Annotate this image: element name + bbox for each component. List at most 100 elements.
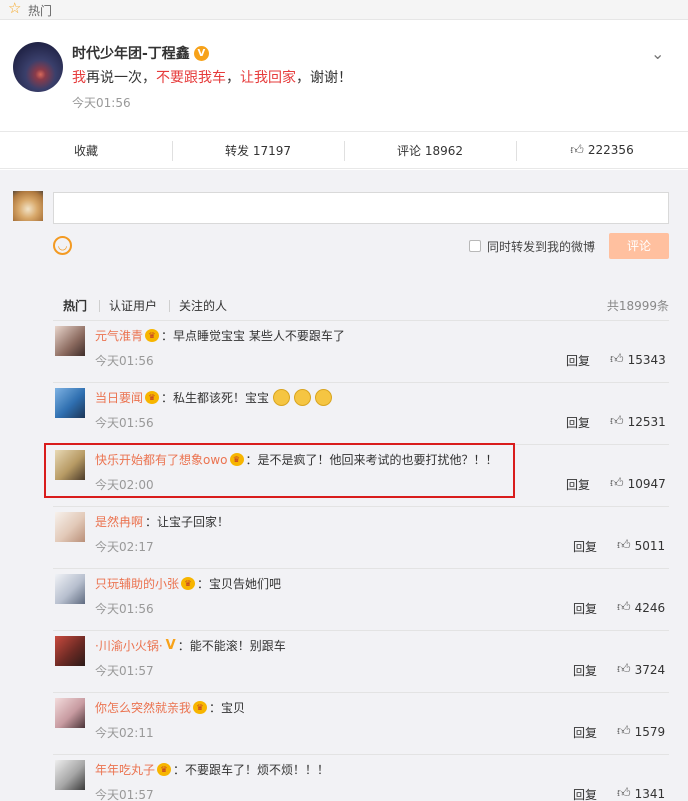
reply-button[interactable]: 回复 (573, 538, 597, 555)
comment-like-button[interactable]: 👍︎ 1341 (617, 786, 665, 801)
commenter-avatar[interactable] (55, 636, 85, 666)
author-name[interactable]: 时代少年团-丁程鑫 (72, 43, 190, 63)
comment-text: ：私生都该死！宝宝 (161, 391, 270, 405)
comment-like-button[interactable]: 👍︎ 15343 (610, 352, 666, 367)
comment-time: 今天01:56 (95, 416, 154, 430)
thumbs-up-icon: 👍︎ (617, 538, 631, 553)
comment-line: 只玩辅助的小张 ♛ ：宝贝告她们吧 (95, 575, 281, 592)
commenter-name[interactable]: 是然冉啊 (95, 513, 143, 530)
thumbs-up-icon: 👍︎ (610, 414, 624, 429)
crown-badge-icon: ♛ (181, 577, 196, 590)
post-text: 我再说一次，不要跟我车，让我回家，谢谢！ (72, 67, 352, 87)
crown-badge-icon: ♛ (157, 763, 172, 776)
comment-item: ·川渝小火锅· V ：能不能滚！别跟车 今天01:57 回复 👍︎ 3724 (53, 630, 669, 692)
commenter-avatar[interactable] (55, 574, 85, 604)
commenter-avatar[interactable] (55, 388, 85, 418)
tab-verified[interactable]: 认证用户 (109, 297, 157, 314)
comment-line: 是然冉啊 ：让宝子回家！ (95, 513, 229, 530)
comment-like-button[interactable]: 👍︎ 5011 (617, 538, 665, 553)
thumbs-up-icon: 👍︎ (610, 476, 624, 491)
comment-input[interactable] (53, 192, 669, 224)
chevron-down-icon[interactable]: ⌄ (651, 44, 664, 63)
reply-button[interactable]: 回复 (573, 724, 597, 741)
post-text-part: 我 (72, 70, 86, 86)
repost-button[interactable]: 转发 17197 (172, 132, 344, 168)
sad-emoji-icon (315, 389, 333, 406)
comment-like-count: 4246 (634, 600, 666, 615)
favorite-label: 收藏 (73, 143, 98, 158)
post-text-part: 让我回家 (240, 70, 296, 86)
reply-button[interactable]: 回复 (573, 600, 597, 617)
comment-time: 今天01:56 (95, 354, 154, 368)
reply-button[interactable]: 回复 (566, 414, 590, 431)
post-text-part: 不要跟我车 (156, 70, 226, 86)
verified-badge-icon: V (193, 45, 209, 61)
comment-item: 你怎么突然就亲我 ♛ ：宝贝 今天02:11 回复 👍︎ 1579 (53, 692, 669, 754)
sad-emoji-icon (273, 389, 291, 406)
comment-like-count: 1579 (634, 724, 666, 739)
commenter-name[interactable]: 当日要闻 (95, 389, 143, 406)
comment-item: 只玩辅助的小张 ♛ ：宝贝告她们吧 今天01:56 回复 👍︎ 4246 (53, 568, 669, 630)
comment-like-button[interactable]: 👍︎ 3724 (617, 662, 665, 677)
commenter-avatar[interactable] (55, 512, 85, 542)
comment-button[interactable]: 评论 18962 (344, 132, 516, 168)
like-button[interactable]: 👍︎ 222356 (516, 132, 688, 168)
emoji-picker-icon[interactable]: ◡ (53, 236, 72, 255)
my-avatar (13, 191, 43, 221)
commenter-name[interactable]: 只玩辅助的小张 (95, 575, 179, 592)
comment-like-button[interactable]: 👍︎ 10947 (610, 476, 666, 491)
comment-text: ：宝贝 (209, 701, 246, 715)
commenter-name[interactable]: 年年吃丸子 (95, 761, 155, 778)
commenter-avatar[interactable] (55, 326, 85, 356)
comment-line: ·川渝小火锅· V ：能不能滚！别跟车 (95, 637, 286, 654)
crown-badge-icon: ♛ (193, 701, 208, 714)
hot-section-bar: ☆ 热门 (0, 0, 688, 20)
commenter-avatar[interactable] (55, 760, 85, 790)
comment-tabs: 热门 认证用户 关注的人 共18999条 (53, 297, 669, 317)
comment-text: ：不要跟车了！烦不烦！！！ (173, 763, 330, 777)
author-row: 时代少年团-丁程鑫 V (72, 43, 209, 63)
comment-like-count: 3724 (634, 662, 666, 677)
post-action-bar: 收藏 转发 17197 评论 18962 👍︎ 222356 (0, 131, 688, 169)
comment-item: 年年吃丸子 ♛ ：不要跟车了！烦不烦！！！ 今天01:57 回复 👍︎ 1341 (53, 754, 669, 801)
comment-item: 当日要闻 ♛ ：私生都该死！宝宝 今天01:56 回复 👍︎ 12531 (53, 382, 669, 444)
author-avatar[interactable] (13, 42, 63, 92)
comment-time: 今天02:17 (95, 540, 154, 554)
comment-text: ：能不能滚！别跟车 (177, 639, 286, 653)
comment-total: 共18999条 (606, 299, 669, 313)
comment-like-count: 15343 (627, 352, 666, 367)
commenter-name[interactable]: ·川渝小火锅· (95, 637, 163, 654)
comment-line: 元气淮青 ♛ ：早点睡觉宝宝 某些人不要跟车了 (95, 327, 345, 344)
star-icon: ☆ (8, 0, 22, 17)
reply-button[interactable]: 回复 (566, 476, 590, 493)
tab-divider (99, 300, 100, 312)
post-time[interactable]: 今天01:56 (72, 94, 131, 111)
reply-button[interactable]: 回复 (573, 786, 597, 801)
commenter-name[interactable]: 你怎么突然就亲我 (95, 699, 191, 716)
comment-text: ：早点睡觉宝宝 某些人不要跟车了 (161, 329, 345, 343)
comment-like-button[interactable]: 👍︎ 1579 (617, 724, 665, 739)
comment-time: 今天01:56 (95, 602, 154, 616)
verified-badge-icon: V (165, 638, 176, 653)
commenter-avatar[interactable] (55, 698, 85, 728)
comment-like-count: 1341 (634, 786, 666, 801)
favorite-button[interactable]: 收藏 (0, 132, 172, 168)
comment-like-count: 10947 (627, 476, 666, 491)
sad-emoji-icon (294, 389, 312, 406)
post-text-part: ， (226, 70, 240, 86)
commenter-name[interactable]: 元气淮青 (95, 327, 143, 344)
comment-like-button[interactable]: 👍︎ 12531 (610, 414, 666, 429)
thumbs-up-icon: 👍︎ (617, 600, 631, 615)
comment-label: 评论 18962 (397, 143, 463, 158)
tab-hot[interactable]: 热门 (63, 297, 87, 314)
submit-comment-button[interactable]: 评论 (609, 233, 669, 259)
thumbs-up-icon: 👍︎ (570, 142, 584, 158)
comment-item: 是然冉啊 ：让宝子回家！ 今天02:17 回复 👍︎ 5011 (53, 506, 669, 568)
comment-like-button[interactable]: 👍︎ 4246 (617, 600, 665, 615)
sync-repost-checkbox[interactable] (469, 240, 481, 252)
repost-label: 转发 17197 (225, 143, 291, 158)
reply-button[interactable]: 回复 (566, 352, 590, 369)
reply-button[interactable]: 回复 (573, 662, 597, 679)
sync-repost-label[interactable]: 同时转发到我的微博 (487, 238, 595, 255)
tab-following[interactable]: 关注的人 (179, 297, 227, 314)
